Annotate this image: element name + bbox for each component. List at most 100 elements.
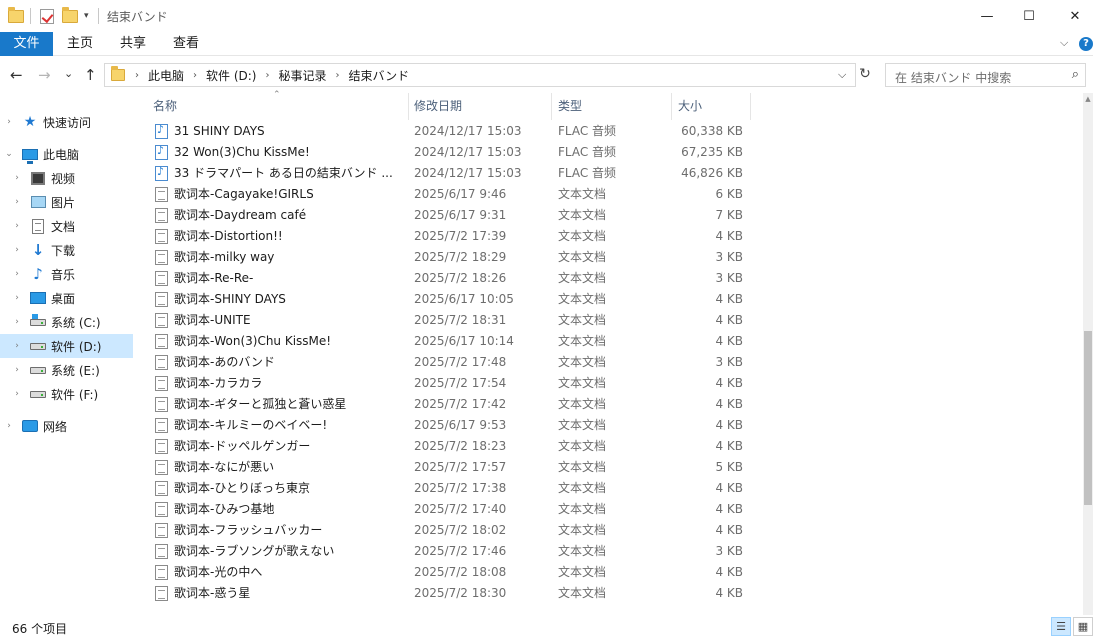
address-bar[interactable]: › 此电脑 › 软件 (D:) › 秘事记录 › 结束バンド <box>104 63 856 87</box>
file-type: 文本文档 <box>558 229 607 243</box>
breadcrumb-item[interactable]: 软件 (D:) <box>206 67 256 84</box>
vertical-scrollbar[interactable]: ▲ <box>1083 93 1093 615</box>
chevron-right-icon[interactable]: › <box>12 317 22 327</box>
file-row[interactable]: 歌词本-Re-Re- 2025/7/2 18:26 文本文档 3 KB <box>133 268 1083 289</box>
breadcrumb-item[interactable]: 此电脑 <box>148 67 184 84</box>
file-row[interactable]: 歌词本-フラッシュバッカー 2025/7/2 18:02 文本文档 4 KB <box>133 520 1083 541</box>
tab-view[interactable]: 查看 <box>164 32 208 56</box>
file-row[interactable]: 33 ドラマパート ある日の結束バンド ... 2024/12/17 15:03 F… <box>133 163 1083 184</box>
details-view-icon[interactable]: ☰ <box>1051 617 1071 636</box>
sidebar-item-downloads[interactable]: › ↓ 下载 <box>0 238 133 262</box>
file-type: 文本文档 <box>558 313 607 327</box>
file-name: 歌词本-Re-Re- <box>174 271 254 285</box>
maximize-button[interactable]: ☐ <box>1006 0 1052 32</box>
chevron-right-icon[interactable]: › <box>4 421 14 431</box>
file-row[interactable]: 31 SHINY DAYS 2024/12/17 15:03 FLAC 音频 60,3… <box>133 121 1083 142</box>
tab-home[interactable]: 主页 <box>58 32 102 56</box>
column-type[interactable]: 类型 <box>552 93 672 120</box>
file-row[interactable]: 歌词本-Distortion!! 2025/7/2 17:39 文本文档 4 KB <box>133 226 1083 247</box>
scroll-up-icon[interactable]: ▲ <box>1083 95 1093 103</box>
chevron-right-icon: › <box>335 69 340 81</box>
new-folder-icon[interactable] <box>62 6 78 24</box>
recent-locations-icon[interactable]: ⌄ <box>64 67 73 80</box>
desktop-icon <box>30 290 46 306</box>
file-row[interactable]: 歌词本-UNITE 2025/7/2 18:31 文本文档 4 KB <box>133 310 1083 331</box>
tab-file[interactable]: 文件 <box>0 32 53 56</box>
chevron-right-icon[interactable]: › <box>12 245 22 255</box>
scrollbar-thumb[interactable] <box>1084 331 1092 505</box>
text-file-icon <box>155 292 168 307</box>
file-size: 6 KB <box>715 187 743 201</box>
sidebar-item-desktop[interactable]: › 桌面 <box>0 286 133 310</box>
chevron-right-icon[interactable]: › <box>12 365 22 375</box>
large-icons-view-icon[interactable]: ▦ <box>1073 617 1093 636</box>
back-icon[interactable]: ← <box>10 66 23 84</box>
ribbon-collapse-icon[interactable]: ⌵ <box>1060 36 1068 50</box>
sidebar-item-label: 图片 <box>51 195 76 210</box>
sidebar-item-this-pc[interactable]: ⌄ 此电脑 <box>0 142 133 166</box>
sidebar-item-documents[interactable]: › 文档 <box>0 214 133 238</box>
search-input[interactable]: 在 结束バンド 中搜索 <box>895 69 1011 86</box>
file-row[interactable]: 歌词本-ギターと孤独と蒼い惑星 2025/7/2 17:42 文本文档 4 KB <box>133 394 1083 415</box>
file-size: 4 KB <box>715 523 743 537</box>
up-icon[interactable]: ↑ <box>84 66 97 84</box>
sidebar-item-drive-f[interactable]: › 软件 (F:) <box>0 382 133 406</box>
file-row[interactable]: 歌词本-なにが悪い 2025/7/2 17:57 文本文档 5 KB <box>133 457 1083 478</box>
sidebar-item-label: 文档 <box>51 219 76 234</box>
chevron-right-icon[interactable]: › <box>12 341 22 351</box>
minimize-button[interactable]: — <box>964 0 1010 32</box>
file-row[interactable]: 歌词本-ひみつ基地 2025/7/2 17:40 文本文档 4 KB <box>133 499 1083 520</box>
column-size[interactable]: 大小 <box>672 93 751 120</box>
column-date-modified[interactable]: 修改日期 <box>408 93 552 120</box>
file-row[interactable]: 32 Won(3)Chu KissMe! 2024/12/17 15:03 FLAC… <box>133 142 1083 163</box>
file-row[interactable]: 歌词本-ひとりぼっち東京 2025/7/2 17:38 文本文档 4 KB <box>133 478 1083 499</box>
chevron-right-icon[interactable]: › <box>12 221 22 231</box>
column-name[interactable]: 名称 <box>147 93 409 120</box>
chevron-right-icon[interactable]: › <box>12 389 22 399</box>
sidebar-item-videos[interactable]: › 视频 <box>0 166 133 190</box>
file-row[interactable]: 歌词本-光の中へ 2025/7/2 18:08 文本文档 4 KB <box>133 562 1083 583</box>
help-icon[interactable]: ? <box>1079 37 1093 51</box>
chevron-right-icon[interactable]: › <box>4 117 14 127</box>
tab-share[interactable]: 共享 <box>111 32 155 56</box>
text-file-icon <box>155 586 168 601</box>
text-file-icon <box>155 187 168 202</box>
search-box[interactable]: 在 结束バンド 中搜索 ⌕ <box>885 63 1086 87</box>
chevron-right-icon[interactable]: › <box>12 293 22 303</box>
address-dropdown-icon[interactable]: ⌵ <box>838 68 846 82</box>
chevron-down-icon[interactable]: ⌄ <box>4 149 14 159</box>
refresh-icon[interactable]: ↻ <box>854 63 876 87</box>
file-row[interactable]: 歌词本-Cagayake!GIRLS 2025/6/17 9:46 文本文档 6 KB <box>133 184 1083 205</box>
chevron-right-icon[interactable]: › <box>12 197 22 207</box>
breadcrumb-item[interactable]: 秘事记录 <box>278 67 326 84</box>
file-row[interactable]: 歌词本-ラブソングが歌えない 2025/7/2 17:46 文本文档 3 KB <box>133 541 1083 562</box>
file-row[interactable]: 歌词本-ドッペルゲンガー 2025/7/2 18:23 文本文档 4 KB <box>133 436 1083 457</box>
drive-icon <box>30 386 46 402</box>
sidebar-item-quick-access[interactable]: › ★ 快速访问 <box>0 110 133 134</box>
breadcrumb-item[interactable]: 结束バンド <box>349 67 410 84</box>
file-type: 文本文档 <box>558 523 607 537</box>
chevron-right-icon[interactable]: › <box>12 173 22 183</box>
forward-icon[interactable]: → <box>38 66 51 84</box>
sidebar-item-music[interactable]: › ♪ 音乐 <box>0 262 133 286</box>
file-row[interactable]: 歌词本-あのバンド 2025/7/2 17:48 文本文档 3 KB <box>133 352 1083 373</box>
chevron-right-icon: › <box>265 69 270 81</box>
chevron-right-icon[interactable]: › <box>12 269 22 279</box>
pc-icon <box>22 146 38 164</box>
file-row[interactable]: 歌词本-キルミーのベイベー! 2025/6/17 9:53 文本文档 4 KB <box>133 415 1083 436</box>
file-row[interactable]: 歌词本-Won(3)Chu KissMe! 2025/6/17 10:14 文本文档… <box>133 331 1083 352</box>
file-row[interactable]: 歌词本-カラカラ 2025/7/2 17:54 文本文档 4 KB <box>133 373 1083 394</box>
sidebar-item-drive-d[interactable]: › 软件 (D:) <box>0 334 133 358</box>
file-row[interactable]: 歌词本-milky way 2025/7/2 18:29 文本文档 3 KB <box>133 247 1083 268</box>
sidebar-item-network[interactable]: › 网络 <box>0 414 133 438</box>
customize-toolbar-icon[interactable]: ▾ <box>84 8 89 24</box>
file-row[interactable]: 歌词本-SHINY DAYS 2025/6/17 10:05 文本文档 4 KB <box>133 289 1083 310</box>
close-button[interactable]: ✕ <box>1052 0 1093 32</box>
file-row[interactable]: 歌词本-Daydream café 2025/6/17 9:31 文本文档 7 KB <box>133 205 1083 226</box>
sidebar-item-pictures[interactable]: › 图片 <box>0 190 133 214</box>
sidebar-item-drive-c[interactable]: › 系统 (C:) <box>0 310 133 334</box>
search-icon[interactable]: ⌕ <box>1072 67 1079 82</box>
properties-icon[interactable] <box>40 8 54 24</box>
sidebar-item-drive-e[interactable]: › 系统 (E:) <box>0 358 133 382</box>
file-row[interactable]: 歌词本-惑う星 2025/7/2 18:30 文本文档 4 KB <box>133 583 1083 604</box>
